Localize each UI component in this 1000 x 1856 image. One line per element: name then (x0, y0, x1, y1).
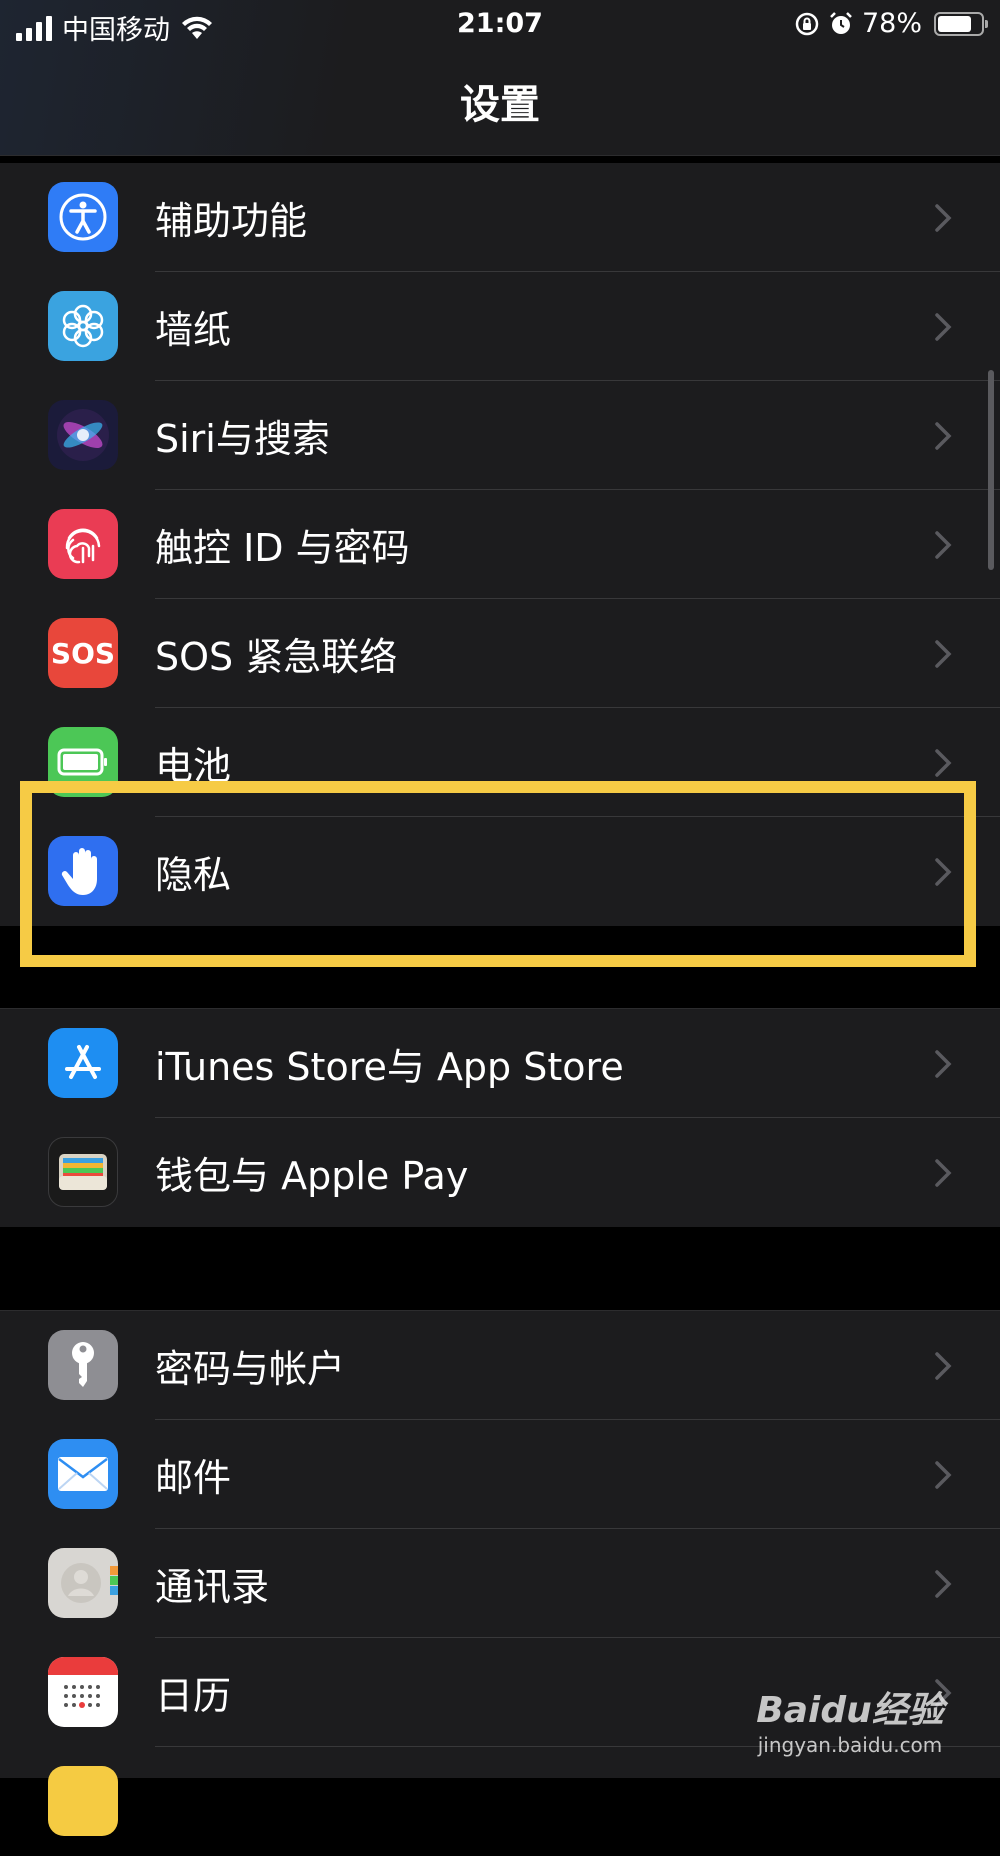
row-label: 触控 ID 与密码 (155, 526, 410, 570)
page-title: 设置 (460, 82, 540, 128)
chevron-right-icon (934, 1420, 952, 1529)
settings-row-touch-id[interactable]: 触控 ID 与密码 (0, 490, 1000, 599)
settings-row-mail[interactable]: 邮件 (0, 1420, 1000, 1529)
row-label: 墙纸 (155, 308, 232, 352)
settings-row-siri[interactable]: Siri与搜索 (0, 381, 1000, 490)
status-bar: 中国移动 21:07 78% (0, 0, 1000, 50)
key-icon (48, 1330, 118, 1400)
settings-row-accessibility[interactable]: 辅助功能 (0, 163, 1000, 272)
settings-row-contacts[interactable]: 通讯录 (0, 1529, 1000, 1638)
highlight-annotation-frame (20, 781, 976, 967)
status-right: 78% (794, 8, 988, 39)
baidu-watermark: Baidu经验 jingyan.baidu.com (750, 1681, 950, 1757)
scrollbar[interactable] (988, 370, 994, 570)
settings-row-sos[interactable]: SOS SOS 紧急联络 (0, 599, 1000, 708)
sos-icon-text: SOS (50, 636, 116, 670)
row-label: 日历 (155, 1674, 232, 1718)
row-label: 钱包与 Apple Pay (155, 1154, 469, 1198)
alarm-icon (830, 11, 852, 34)
fingerprint-icon (48, 509, 118, 579)
settings-row-partial[interactable] (0, 1747, 1000, 1856)
row-label: 通讯录 (155, 1565, 270, 1609)
chevron-right-icon (934, 1311, 952, 1420)
rotation-lock-icon (795, 12, 819, 35)
chevron-right-icon (934, 1118, 952, 1227)
app-store-icon (48, 1028, 118, 1098)
top-bar: 中国移动 21:07 78% 设置 (0, 0, 1000, 156)
mail-icon (48, 1439, 118, 1509)
contacts-icon (48, 1548, 118, 1618)
wallpaper-flower-icon (48, 291, 118, 361)
row-label: 邮件 (155, 1456, 232, 1500)
row-label: Siri与搜索 (155, 417, 330, 461)
accessibility-icon (48, 182, 118, 252)
chevron-right-icon (934, 1009, 952, 1118)
settings-row-wallpaper[interactable]: 墙纸 (0, 272, 1000, 381)
sos-icon: SOS (48, 618, 118, 688)
watermark-url: jingyan.baidu.com (757, 1733, 943, 1757)
row-label: 辅助功能 (155, 199, 308, 243)
chevron-right-icon (934, 381, 952, 490)
chevron-right-icon (934, 163, 952, 272)
settings-group-2: iTunes Store与 App Store 钱包与 Apple Pay (0, 1008, 1000, 1227)
siri-icon (48, 400, 118, 470)
battery-percent: 78% (861, 8, 922, 39)
settings-row-wallet[interactable]: 钱包与 Apple Pay (0, 1118, 1000, 1227)
chevron-right-icon (934, 1529, 952, 1638)
chevron-right-icon (934, 599, 952, 708)
settings-row-passwords[interactable]: 密码与帐户 (0, 1311, 1000, 1420)
battery-status-icon (934, 11, 988, 36)
chevron-right-icon (934, 272, 952, 381)
row-label: iTunes Store与 App Store (155, 1045, 624, 1089)
row-label: 密码与帐户 (155, 1347, 346, 1391)
calendar-icon (48, 1657, 118, 1727)
row-label: SOS 紧急联络 (155, 635, 398, 679)
settings-row-app-store[interactable]: iTunes Store与 App Store (0, 1009, 1000, 1118)
watermark-logo: Baidu经验 (756, 1690, 944, 1731)
chevron-right-icon (934, 490, 952, 599)
wallet-icon (48, 1137, 118, 1207)
